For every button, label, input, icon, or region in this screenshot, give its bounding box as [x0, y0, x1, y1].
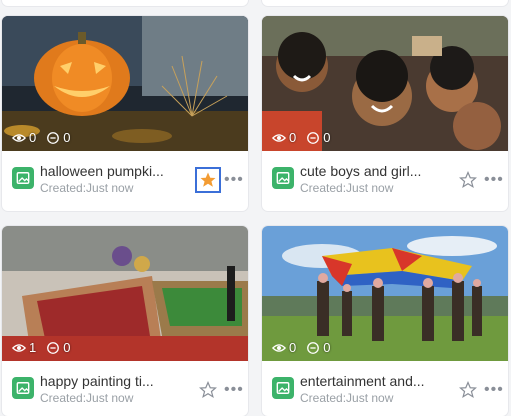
eye-icon: [12, 133, 26, 142]
card-above-right-edge: [262, 0, 508, 6]
comments-stat: 0: [306, 130, 330, 145]
image-thumbnail[interactable]: 0 0: [2, 16, 248, 151]
more-options-icon[interactable]: •••: [484, 382, 504, 398]
more-options-icon[interactable]: •••: [484, 172, 504, 188]
card-title[interactable]: halloween pumpki...: [40, 163, 180, 179]
more-options-icon[interactable]: •••: [224, 382, 244, 398]
created-label: Created:Just now: [40, 181, 134, 195]
card-happy-painting[interactable]: 1 0 happy painting ti... Created:Just no…: [2, 226, 248, 416]
views-stat: 0: [272, 130, 296, 145]
favorite-star-icon[interactable]: [195, 167, 221, 193]
views-count: 0: [289, 340, 297, 355]
comments-count: 0: [63, 130, 71, 145]
views-stat: 1: [12, 340, 36, 355]
views-stat: 0: [12, 130, 36, 145]
comment-icon: [47, 131, 60, 144]
views-count: 0: [29, 130, 37, 145]
image-type-icon: [12, 167, 34, 189]
eye-icon: [272, 343, 286, 352]
comments-stat: 0: [46, 340, 70, 355]
eye-icon: [272, 133, 286, 142]
views-count: 1: [29, 340, 37, 355]
favorite-star-icon[interactable]: [199, 381, 217, 399]
comments-count: 0: [63, 340, 71, 355]
created-label: Created:Just now: [300, 181, 394, 195]
favorite-star-icon[interactable]: [459, 171, 477, 189]
image-type-icon: [272, 377, 294, 399]
image-thumbnail[interactable]: 0 0: [262, 226, 508, 361]
favorite-star-icon[interactable]: [459, 381, 477, 399]
card-title[interactable]: entertainment and...: [300, 373, 440, 389]
views-count: 0: [289, 130, 297, 145]
card-title[interactable]: happy painting ti...: [40, 373, 180, 389]
comments-count: 0: [323, 130, 331, 145]
image-type-icon: [12, 377, 34, 399]
comments-count: 0: [323, 340, 331, 355]
comment-icon: [307, 341, 320, 354]
image-thumbnail[interactable]: 1 0: [2, 226, 248, 361]
image-type-icon: [272, 167, 294, 189]
comments-stat: 0: [46, 130, 70, 145]
card-above-left-edge: [2, 0, 248, 6]
card-title[interactable]: cute boys and girl...: [300, 163, 440, 179]
image-thumbnail[interactable]: 0 0: [262, 16, 508, 151]
eye-icon: [12, 343, 26, 352]
card-entertainment[interactable]: 0 0 entertainment and... Created:Just no…: [262, 226, 508, 416]
card-cute-boys[interactable]: 0 0 cute boys and girl... Created:Just n…: [262, 16, 508, 211]
more-options-icon[interactable]: •••: [224, 172, 244, 188]
created-label: Created:Just now: [300, 391, 394, 405]
views-stat: 0: [272, 340, 296, 355]
card-halloween[interactable]: 0 0 halloween pumpki... Created:Just now…: [2, 16, 248, 211]
comment-icon: [47, 341, 60, 354]
created-label: Created:Just now: [40, 391, 134, 405]
comments-stat: 0: [306, 340, 330, 355]
comment-icon: [307, 131, 320, 144]
